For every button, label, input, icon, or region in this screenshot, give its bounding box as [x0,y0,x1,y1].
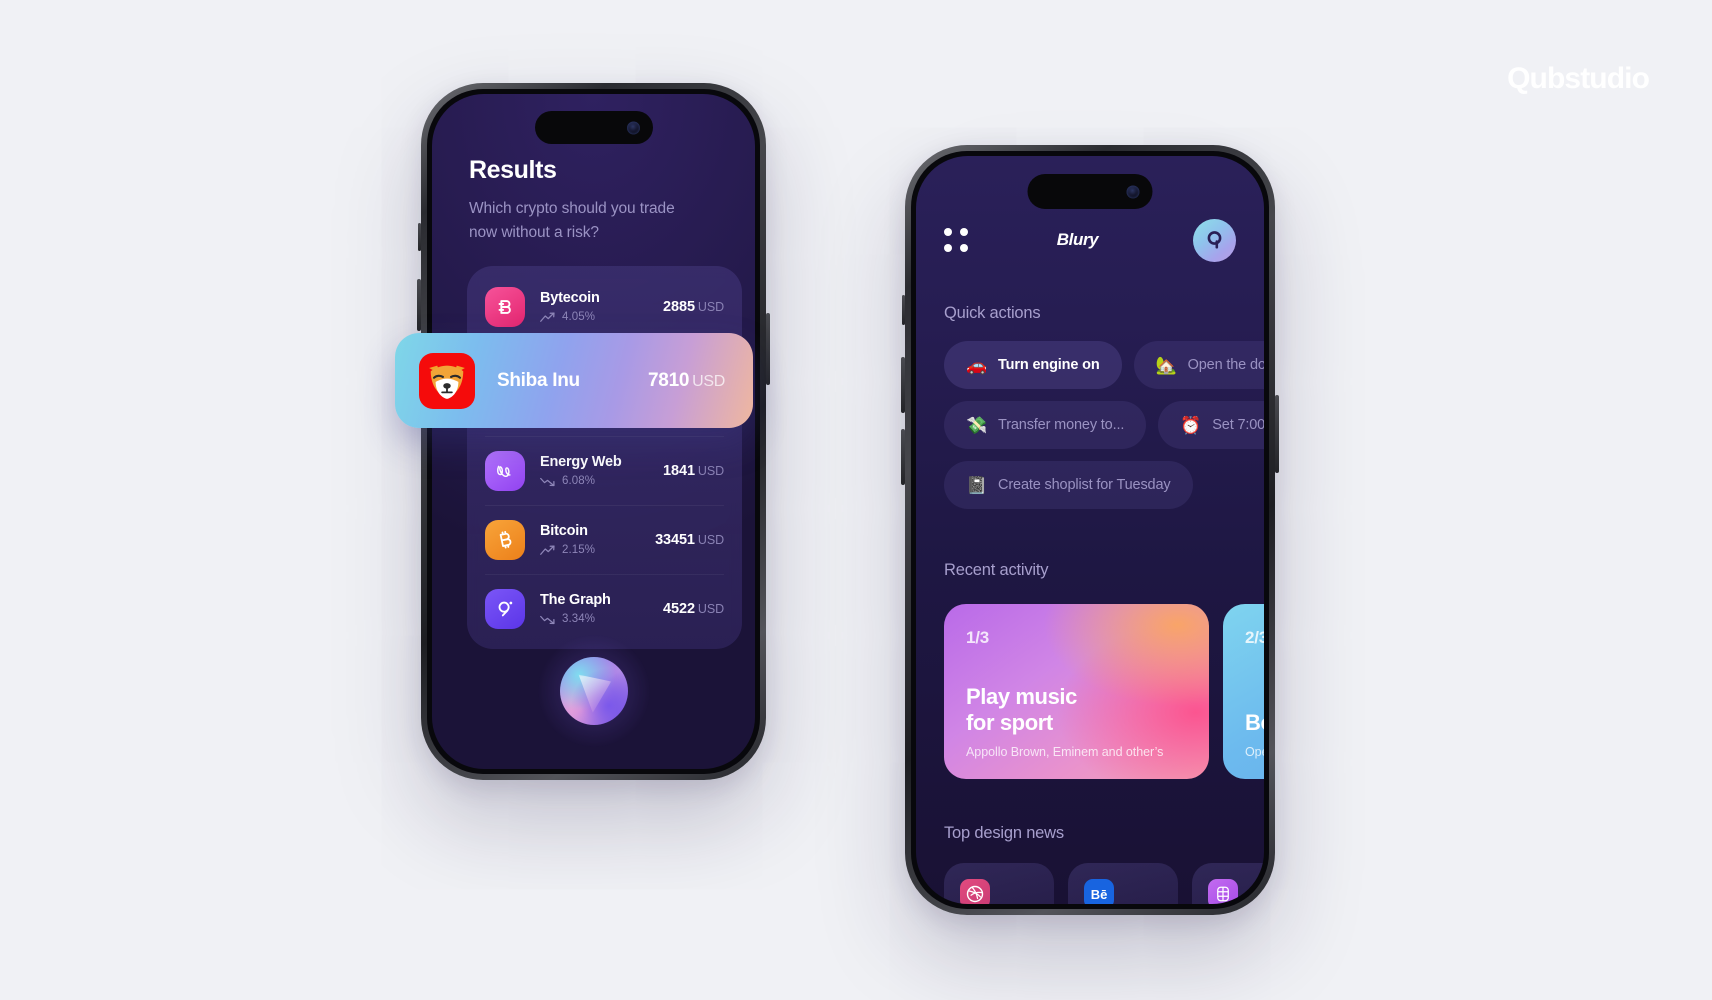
coin-change-value: 6.08% [562,475,596,487]
assistant-orb[interactable] [537,635,650,747]
behance-icon: Bē [1084,879,1114,904]
user-avatar-q-icon [1207,231,1221,249]
front-camera-icon [1126,185,1140,198]
phone1-screen: Results Which crypto should you trade no… [432,94,755,769]
phone1-power-button[interactable] [766,313,770,385]
top-design-news-list: Bē [944,863,1264,904]
card-title: Play music for sport [966,684,1077,735]
quick-actions-list: 🚗 Turn engine on 🏡 Open the door 💸 Trans… [944,341,1264,521]
news-card-figma[interactable] [1192,863,1264,904]
crypto-row-bitcoin[interactable]: Bitcoin 2.15% 33451 USD [467,505,742,574]
crypto-row-the-graph[interactable]: The Graph 3.34% 4522 USD [467,574,742,643]
money-wings-icon: 💸 [966,415,988,435]
trend-down-icon [540,477,555,486]
bytecoin-icon [485,286,525,327]
coin-change-value: 2.15% [562,544,596,556]
quick-actions-title: Quick actions [944,304,1041,322]
app-header: Blury [916,216,1264,264]
highlighted-crypto-card[interactable]: Shiba Inu 7810 USD [395,333,753,428]
coin-name: The Graph [540,592,611,608]
recent-activity-title: Recent activity [944,561,1049,579]
coin-price: 2885 USD [663,298,724,315]
coin-price: 1841 USD [663,462,724,479]
phone2-volume-up-button[interactable] [901,357,905,413]
chip-label: Turn engine on [998,357,1100,373]
card-subtitle: Appollo Brown, Eminem and other’s [966,745,1164,759]
coin-change: 6.08% [540,475,663,487]
figma-icon [1208,879,1238,904]
the-graph-icon [485,588,525,629]
bitcoin-icon [485,519,525,560]
notebook-icon: 📓 [966,475,988,495]
phone1-volume-up-button[interactable] [417,279,421,331]
card-counter: 2/3 [1245,628,1264,647]
car-icon: 🚗 [966,355,988,375]
crypto-row-energy-web[interactable]: Energy Web 6.08% 1841 USD [467,436,742,505]
activity-card-book-table[interactable]: 2/3 Book a table Open [1223,604,1264,779]
phone2-volume-down-button[interactable] [901,429,905,485]
top-design-news-title: Top design news [944,824,1064,842]
chip-label: Transfer money to... [998,417,1125,433]
app-logo: Blury [1056,230,1099,249]
page-title: Results [469,156,557,184]
coin-change: 4.05% [540,311,663,323]
dribbble-icon [960,879,990,904]
coin-name: Bitcoin [540,523,588,539]
quick-action-create-shoplist[interactable]: 📓 Create shoplist for Tuesday [944,461,1193,509]
phone-device-blury: Blury Quick actions 🚗 Turn engine on 🏡 O… [901,145,1279,915]
qubstudio-watermark: Qubstudio [1507,62,1650,95]
crypto-list: Bytecoin 4.05% 2885 USD Energy Web 6.08%… [467,266,742,649]
card-title: Book a table [1245,709,1264,735]
house-icon: 🏡 [1155,355,1177,375]
front-camera-icon [626,121,640,134]
news-card-dribbble[interactable] [944,863,1054,904]
quick-action-transfer-money[interactable]: 💸 Transfer money to... [944,401,1147,449]
news-card-behance[interactable]: Bē [1068,863,1178,904]
crypto-row-bytecoin[interactable]: Bytecoin 4.05% 2885 USD [467,272,742,341]
coin-price: 33451 USD [655,531,724,548]
chip-label: Open the door [1187,357,1264,373]
chip-label: Create shoplist for Tuesday [998,477,1171,493]
phone2-screen: Blury Quick actions 🚗 Turn engine on 🏡 O… [916,156,1264,904]
energy-web-icon [485,450,525,491]
coin-price: 4522 USD [663,600,724,617]
card-counter: 1/3 [966,628,990,647]
phone1-mute-button[interactable] [418,223,421,251]
trend-down-icon [540,615,555,624]
dynamic-island [1027,174,1153,209]
coin-change: 3.34% [540,613,663,625]
phone2-power-button[interactable] [1275,395,1279,473]
coin-change-value: 4.05% [562,311,596,323]
coin-name: Energy Web [540,454,622,470]
siri-orb-icon [559,657,628,725]
phone-device-results: Results Which crypto should you trade no… [417,83,770,780]
phone2-mute-button[interactable] [902,295,905,325]
trend-up-icon [540,311,555,322]
quick-action-turn-engine-on[interactable]: 🚗 Turn engine on [944,341,1122,389]
trend-up-icon [540,544,555,555]
activity-card-play-music[interactable]: 1/3 Play music for sport Appollo Brown, … [944,604,1209,779]
recent-activity-carousel[interactable]: 1/3 Play music for sport Appollo Brown, … [944,604,1264,779]
highlighted-coin-price: 7810 USD [648,369,725,391]
coin-change: 2.15% [540,544,655,556]
quick-action-set-alarm[interactable]: ⏰ Set 7:00 alarm [1158,401,1264,449]
chip-label: Set 7:00 alarm [1212,417,1264,433]
coin-name: Bytecoin [540,290,600,306]
coin-change-value: 3.34% [562,613,596,625]
avatar[interactable] [1193,218,1236,262]
shiba-inu-icon [419,352,475,409]
highlighted-coin-name: Shiba Inu [497,369,580,391]
dynamic-island [534,111,653,144]
page-subtitle: Which crypto should you trade now withou… [469,200,675,242]
alarm-clock-icon: ⏰ [1180,415,1202,435]
quick-action-open-the-door[interactable]: 🏡 Open the door [1133,341,1264,389]
card-subtitle: Open [1245,745,1264,759]
